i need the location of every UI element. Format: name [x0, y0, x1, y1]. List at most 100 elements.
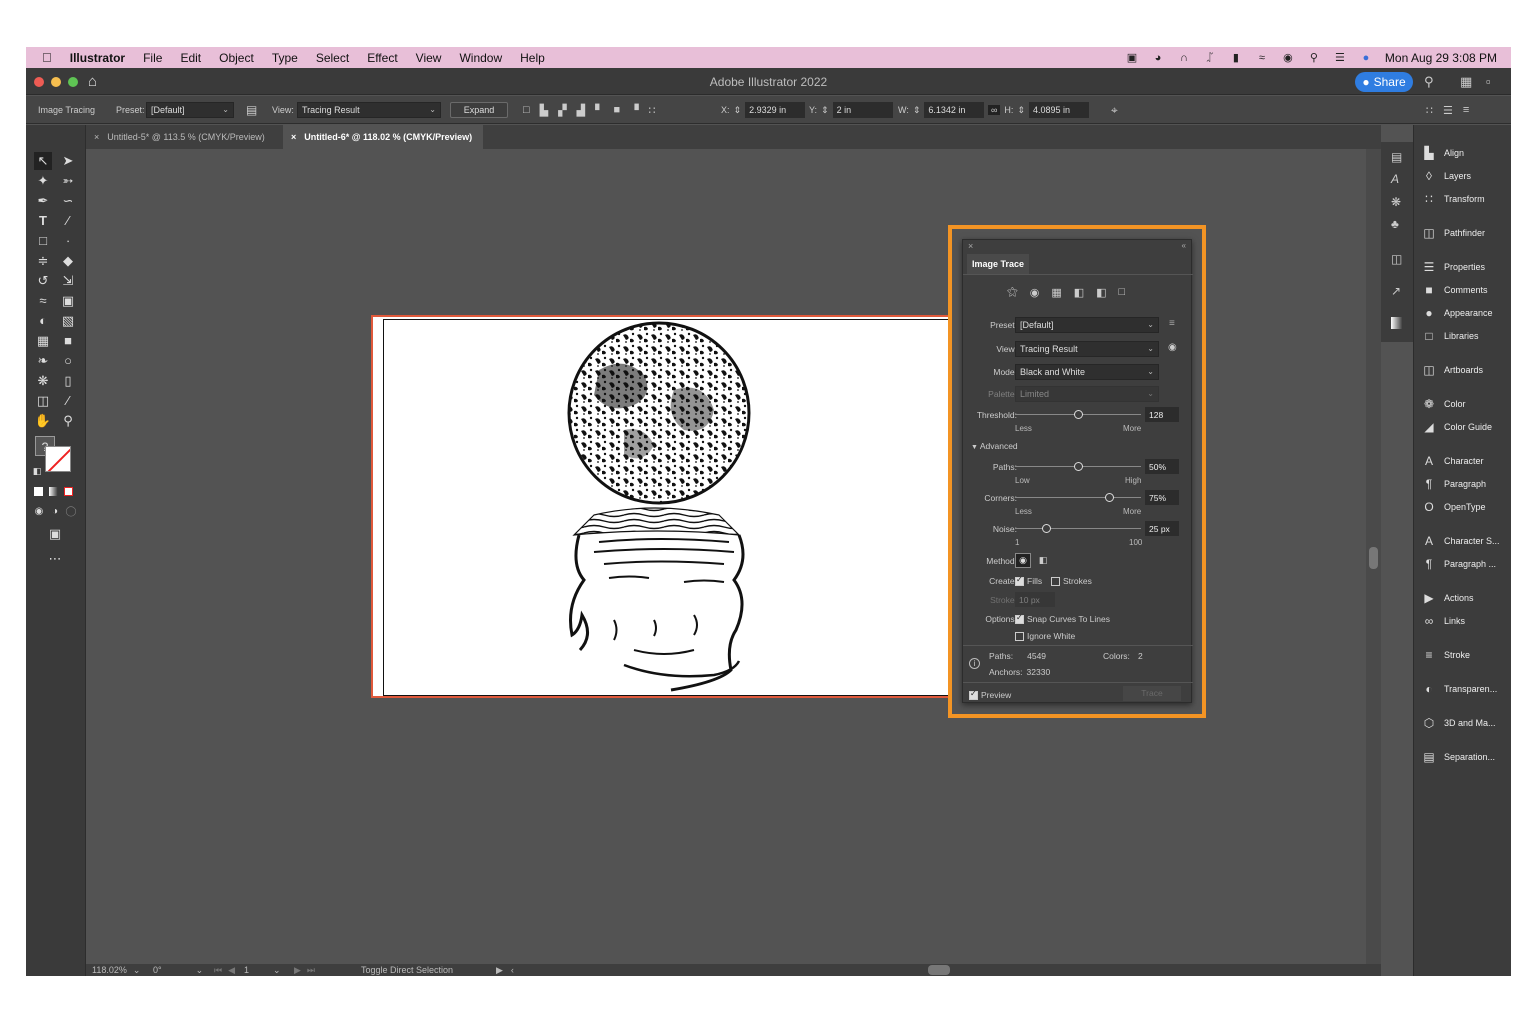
noise-knob[interactable] [1042, 524, 1051, 533]
mode-dropdown[interactable]: Black and White ⌄ [1015, 364, 1159, 380]
x-stepper-icon[interactable]: ⇕ [734, 105, 742, 116]
dock-character[interactable]: A Character [1422, 452, 1484, 470]
black-white-icon[interactable]: ◧ [1096, 286, 1106, 299]
noise-slider[interactable] [1015, 524, 1141, 533]
align-right-icon[interactable]: ▟ [577, 104, 585, 117]
asset-export-mini-icon[interactable]: ◫ [1391, 252, 1402, 266]
chevron-down-icon[interactable]: ⌄ [133, 965, 141, 976]
dock-color-guide[interactable]: ◢ Color Guide [1422, 418, 1492, 436]
x-field[interactable]: 2.9329 in [745, 102, 806, 118]
free-transform-tool-icon[interactable]: ▣ [59, 292, 77, 310]
eyedropper-tool-icon[interactable]: ❧ [34, 352, 52, 370]
search-icon[interactable]: ⚲ [1424, 74, 1434, 90]
preview-checkbox[interactable]: Preview [969, 689, 1011, 701]
more-tools-icon[interactable]: ⋯ [46, 550, 64, 568]
direct-selection-tool-icon[interactable]: ➤ [59, 152, 77, 170]
none-mode-button[interactable] [64, 487, 73, 496]
corners-knob[interactable] [1105, 493, 1114, 502]
traced-image-bounds[interactable] [383, 319, 953, 696]
expand-button[interactable]: Expand [450, 102, 508, 118]
curvature-tool-icon[interactable]: ∽ [59, 192, 77, 210]
constrain-proportions-icon[interactable]: ∞ [988, 105, 1001, 115]
dock-comments[interactable]: ■ Comments [1422, 281, 1487, 299]
dock-properties[interactable]: ☰ Properties [1422, 258, 1485, 276]
menu-type[interactable]: Type [272, 51, 298, 65]
tab-untitled-6[interactable]: × Untitled-6* @ 118.02 % (CMYK/Preview) [283, 125, 483, 149]
corners-input[interactable]: 75% [1145, 490, 1179, 505]
grayscale-icon[interactable]: ◧ [1074, 286, 1084, 299]
scale-tool-icon[interactable]: ⇲ [59, 272, 77, 290]
magic-wand-tool-icon[interactable]: ✦ [34, 172, 52, 190]
first-artboard-icon[interactable]: ⏮ [214, 965, 222, 976]
outline-icon[interactable]: □ [1119, 286, 1126, 299]
draw-inside-icon[interactable]: ◯ [62, 503, 80, 521]
width-tool-icon[interactable]: ≈ [34, 292, 52, 310]
creative-cloud-icon[interactable]: ◕ [1151, 52, 1165, 64]
trace-panel-icon[interactable]: ▤ [246, 103, 257, 117]
menu-edit[interactable]: Edit [180, 51, 201, 65]
mesh-tool-icon[interactable]: ▦ [34, 332, 52, 350]
perspective-grid-tool-icon[interactable]: ▧ [59, 312, 77, 330]
align-hcenter-icon[interactable]: ▞ [558, 104, 566, 117]
hscroll-left-icon[interactable]: ‹ [511, 965, 514, 975]
status-menu-icon[interactable]: ▶ [496, 965, 503, 976]
zoom-tool-icon[interactable]: ⚲ [59, 412, 77, 430]
w-field[interactable]: 6.1342 in [924, 102, 985, 118]
threshold-knob[interactable] [1073, 410, 1083, 419]
dock-pathfinder[interactable]: ◫ Pathfinder [1422, 224, 1485, 242]
ignore-white-checkbox[interactable]: Ignore White [1015, 631, 1075, 642]
display-icon[interactable]: ▣ [1125, 52, 1139, 64]
y-stepper-icon[interactable]: ⇕ [821, 105, 829, 116]
last-artboard-icon[interactable]: ⏭ [307, 965, 315, 976]
spotlight-icon[interactable]: ⚲ [1307, 52, 1321, 64]
fills-checkbox[interactable]: Fills [1015, 575, 1042, 587]
glyphs-mini-icon[interactable]: A [1391, 172, 1399, 186]
menu-effect[interactable]: Effect [367, 51, 397, 65]
share-button[interactable]: ● Share [1355, 72, 1413, 92]
workspace-icon[interactable]: ▫ [1486, 74, 1491, 89]
wifi-icon[interactable]: ≈ [1255, 52, 1269, 64]
next-artboard-icon[interactable]: ▶ [294, 965, 301, 976]
checkbox-checked[interactable] [1015, 613, 1024, 625]
eraser-tool-icon[interactable]: ◆ [59, 252, 77, 270]
selection-tool-icon[interactable]: ↖ [34, 152, 52, 170]
battery-icon[interactable]: ▮ [1229, 52, 1243, 64]
vertical-scrollbar[interactable] [1366, 149, 1381, 964]
artboard-number[interactable]: 1 [244, 965, 249, 975]
hand-tool-icon[interactable]: ✋ [34, 412, 52, 430]
low-color-icon[interactable]: ▦ [1051, 286, 1061, 299]
transform-icon[interactable]: ⌖ [1111, 103, 1118, 118]
dock-character-styles[interactable]: A Character S... [1422, 532, 1500, 550]
dock-opentype[interactable]: O OpenType [1422, 498, 1485, 516]
column-graph-tool-icon[interactable]: ▯ [59, 372, 77, 390]
h-field[interactable]: 4.0895 in [1028, 102, 1089, 118]
align-to-icon[interactable]: □ [523, 104, 530, 116]
dock-paragraph-styles[interactable]: ¶ Paragraph ... [1422, 555, 1496, 573]
blend-tool-icon[interactable]: ○ [59, 352, 77, 370]
properties-mini-icon[interactable]: ▤ [1391, 150, 1402, 164]
threshold-input[interactable]: 128 [1145, 407, 1179, 422]
stroke-swatch[interactable] [45, 446, 71, 472]
preset-menu-icon[interactable]: ≡ [1169, 318, 1175, 329]
h-stepper-icon[interactable]: ⇕ [1017, 105, 1025, 116]
rectangle-tool-icon[interactable]: □ [34, 232, 52, 250]
bluetooth-icon[interactable]: ᛢ [1203, 52, 1217, 64]
dock-align[interactable]: ▙ Align [1422, 144, 1464, 162]
pen-tool-icon[interactable]: ✒ [34, 192, 52, 210]
control-panel-icon[interactable]: ☰ [1443, 104, 1453, 117]
dock-transparency[interactable]: ◐ Transparen... [1422, 680, 1497, 698]
dock-libraries[interactable]: □ Libraries [1422, 327, 1478, 345]
overlapping-method-icon[interactable]: ◧ [1035, 553, 1051, 568]
y-field[interactable]: 2 in [832, 102, 893, 118]
align-top-icon[interactable]: ▘ [595, 104, 603, 117]
line-tool-icon[interactable]: ∕ [59, 212, 77, 230]
scroll-thumb[interactable] [1369, 547, 1378, 569]
w-stepper-icon[interactable]: ⇕ [913, 105, 921, 116]
dock-transform[interactable]: ∷ Transform [1422, 190, 1485, 208]
rotate-view[interactable]: 0° [153, 965, 162, 975]
traced-moon-artwork[interactable] [384, 320, 954, 697]
view-dropdown[interactable]: Tracing Result ⌄ [1015, 341, 1159, 357]
align-bottom-icon[interactable]: ▝ [630, 104, 638, 117]
headphones-icon[interactable]: ∩ [1177, 52, 1191, 64]
control-overflow-icon[interactable]: ≡ [1463, 104, 1469, 116]
